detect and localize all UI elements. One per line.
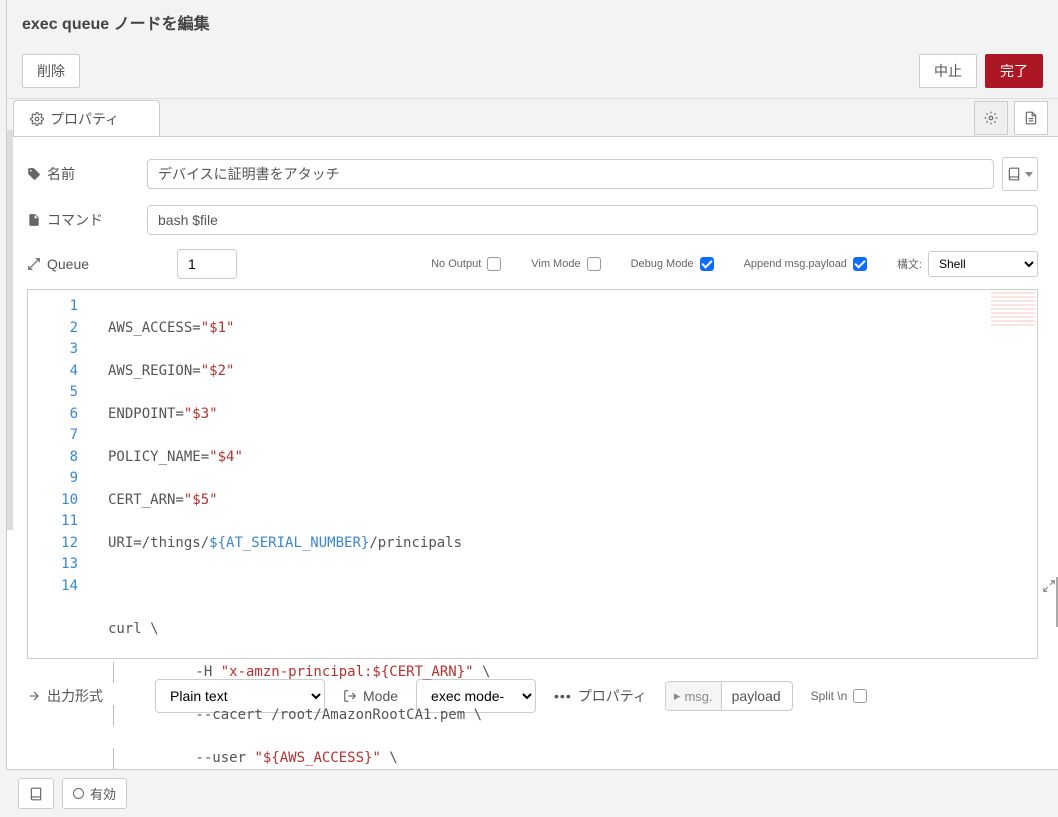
arrow-out-icon (27, 689, 41, 703)
book-icon (29, 787, 43, 801)
tag-icon (27, 167, 41, 181)
queue-label: Queue (27, 256, 147, 272)
footer-toolbar: 有効 (6, 769, 1058, 817)
delete-button[interactable]: 削除 (22, 54, 80, 88)
tab-properties[interactable]: プロパティ (13, 100, 160, 137)
command-input[interactable] (147, 205, 1038, 235)
enabled-toggle[interactable]: 有効 (62, 778, 127, 809)
chevron-down-icon (1025, 172, 1033, 177)
dialog-title: exec queue ノードを編集 (7, 0, 1058, 44)
action-toolbar: 削除 中止 完了 (7, 44, 1058, 99)
code-editor[interactable]: 1 2 3 4 5 6 7 8 9 10 11 12 13 14 AWS_ACC… (27, 289, 1038, 659)
debug-mode-label: Debug Mode (631, 258, 694, 270)
expand-icon[interactable] (1042, 579, 1056, 593)
syntax-select[interactable]: Shell (928, 251, 1038, 277)
queue-input[interactable] (177, 249, 237, 279)
done-button[interactable]: 完了 (985, 54, 1043, 88)
syntax-label: 構文: (897, 256, 922, 272)
circle-icon (73, 788, 84, 799)
file-icon (27, 213, 41, 227)
name-preset-button[interactable] (1002, 157, 1038, 191)
minimap[interactable] (991, 292, 1035, 328)
name-label: 名前 (27, 164, 147, 184)
debug-mode-checkbox[interactable] (700, 257, 714, 271)
left-scrollbar[interactable] (7, 130, 13, 530)
cancel-button[interactable]: 中止 (919, 54, 977, 88)
append-payload-label: Append msg.payload (744, 258, 847, 270)
name-input[interactable] (147, 159, 994, 189)
tab-properties-label: プロパティ (50, 109, 119, 129)
gear-icon (30, 112, 44, 126)
command-label: コマンド (27, 210, 147, 230)
no-output-label: No Output (431, 258, 481, 270)
append-payload-checkbox[interactable] (853, 257, 867, 271)
arrow-right-icon (27, 257, 41, 271)
book-icon (1007, 167, 1021, 181)
code-body[interactable]: AWS_ACCESS="$1" AWS_REGION="$2" ENDPOINT… (88, 290, 1037, 658)
settings-icon-button[interactable] (974, 101, 1008, 135)
footer-book-button[interactable] (18, 778, 54, 809)
doc-icon-button[interactable] (1014, 101, 1048, 135)
no-output-checkbox[interactable] (487, 257, 501, 271)
vim-mode-checkbox[interactable] (587, 257, 601, 271)
vim-mode-label: Vim Mode (531, 258, 580, 270)
line-gutter: 1 2 3 4 5 6 7 8 9 10 11 12 13 14 (28, 290, 88, 658)
